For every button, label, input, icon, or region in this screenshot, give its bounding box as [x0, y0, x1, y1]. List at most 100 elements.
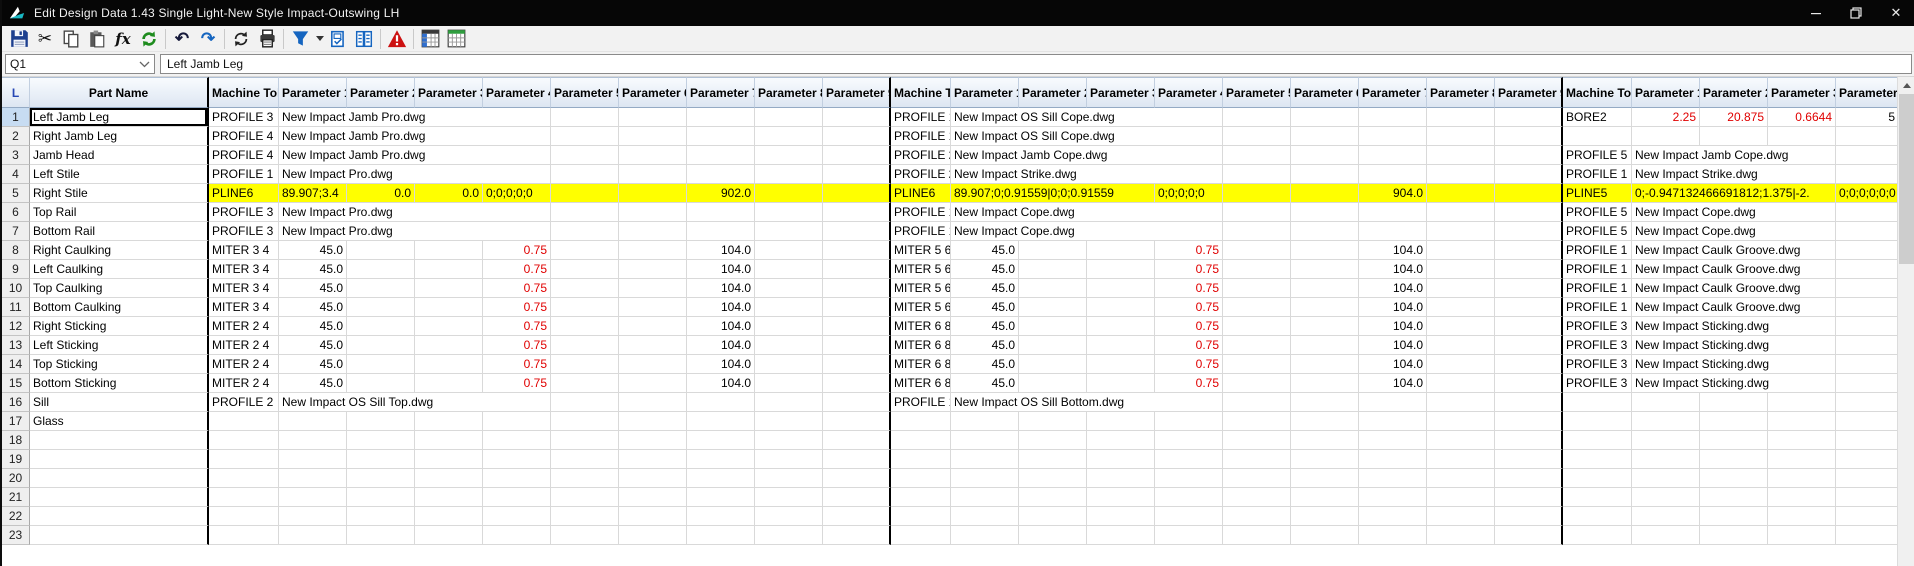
parameter-cell[interactable] — [1495, 393, 1563, 412]
cut-button[interactable]: ✂ — [32, 27, 58, 51]
parameter-cell[interactable] — [415, 241, 483, 260]
parameter-cell[interactable] — [279, 431, 347, 450]
part-name-cell[interactable]: Right Stile — [30, 184, 209, 203]
print-button[interactable] — [254, 27, 280, 51]
parameter-cell[interactable] — [1223, 260, 1291, 279]
parameter-cell[interactable]: 104.0 — [1359, 279, 1427, 298]
parameter-cell[interactable] — [1019, 298, 1087, 317]
parameter-cell[interactable]: 104.0 — [687, 317, 755, 336]
parameter-cell[interactable]: 0;0;0;0;0 — [1155, 184, 1223, 203]
parameter-cell[interactable] — [1291, 526, 1359, 545]
parameter-cell[interactable]: 104.0 — [1359, 241, 1427, 260]
parameter-cell[interactable] — [1632, 127, 1700, 146]
parameter-cell[interactable] — [1700, 488, 1768, 507]
row-number[interactable]: 11 — [2, 298, 30, 317]
parameter-cell[interactable] — [755, 374, 823, 393]
parameter-cell[interactable] — [1632, 526, 1700, 545]
machine-token-cell[interactable]: PROFILE 1 — [1563, 241, 1632, 260]
machine-token-cell[interactable]: PROFILE 2 — [209, 393, 279, 412]
machine-token-cell[interactable]: MITER 2 4 — [209, 374, 279, 393]
parameter-cell[interactable]: New Impact OS Sill Bottom.dwg — [951, 393, 1223, 412]
parameter-cell[interactable]: 0.75 — [483, 336, 551, 355]
parameter-cell[interactable]: 45.0 — [279, 279, 347, 298]
parameter-cell[interactable] — [1359, 146, 1427, 165]
parameter-cell[interactable]: New Impact Sticking.dwg — [1632, 317, 1836, 336]
parameter-cell[interactable] — [551, 203, 619, 222]
column-header[interactable]: Parameter 3 — [1087, 77, 1155, 108]
parameter-cell[interactable] — [1495, 469, 1563, 488]
parameter-cell[interactable] — [823, 488, 891, 507]
parameter-cell[interactable] — [1087, 355, 1155, 374]
parameter-cell[interactable] — [619, 203, 687, 222]
parameter-cell[interactable] — [823, 222, 891, 241]
parameter-cell[interactable] — [1155, 488, 1223, 507]
parameter-cell[interactable] — [1223, 317, 1291, 336]
parameter-cell[interactable] — [1291, 336, 1359, 355]
parameter-cell[interactable] — [1427, 488, 1495, 507]
machine-token-cell[interactable] — [209, 412, 279, 431]
parameter-cell[interactable] — [1632, 507, 1700, 526]
parameter-cell[interactable] — [1019, 526, 1087, 545]
parameter-cell[interactable] — [1155, 412, 1223, 431]
parameter-cell[interactable] — [619, 260, 687, 279]
parameter-cell[interactable] — [1359, 412, 1427, 431]
parameter-cell[interactable] — [347, 374, 415, 393]
parameter-cell[interactable] — [823, 260, 891, 279]
parameter-cell[interactable] — [483, 526, 551, 545]
parameter-cell[interactable]: 104.0 — [1359, 336, 1427, 355]
parameter-cell[interactable] — [687, 507, 755, 526]
parameter-cell[interactable] — [1155, 450, 1223, 469]
parameter-cell[interactable]: 45.0 — [951, 298, 1019, 317]
parameter-cell[interactable] — [1019, 469, 1087, 488]
row-number[interactable]: 19 — [2, 450, 30, 469]
parameter-cell[interactable] — [1019, 507, 1087, 526]
parameter-cell[interactable] — [347, 355, 415, 374]
parameter-cell[interactable]: 45.0 — [279, 317, 347, 336]
parameter-cell[interactable] — [823, 146, 891, 165]
parameter-cell[interactable]: 0.75 — [483, 374, 551, 393]
part-name-cell[interactable]: Left Sticking — [30, 336, 209, 355]
parameter-cell[interactable] — [1223, 469, 1291, 488]
part-name-cell[interactable]: Bottom Sticking — [30, 374, 209, 393]
parameter-cell[interactable] — [755, 469, 823, 488]
column-header[interactable]: Parameter 4 — [1836, 77, 1897, 108]
undo-button[interactable]: ↶ — [169, 27, 195, 51]
parameter-cell[interactable] — [415, 336, 483, 355]
parameter-cell[interactable] — [951, 412, 1019, 431]
part-name-cell[interactable]: Top Caulking — [30, 279, 209, 298]
refresh-button[interactable] — [136, 27, 162, 51]
row-number[interactable]: 8 — [2, 241, 30, 260]
parameter-cell[interactable] — [1427, 241, 1495, 260]
parameter-cell[interactable] — [1155, 431, 1223, 450]
filter-button[interactable] — [287, 27, 313, 51]
column-header[interactable]: Parameter 6 — [1291, 77, 1359, 108]
parameter-cell[interactable]: 0;0;0;0;0 — [483, 184, 551, 203]
parameter-cell[interactable]: 45.0 — [279, 336, 347, 355]
cell-reference-combobox[interactable]: Q1 — [5, 54, 155, 74]
parameter-cell[interactable] — [951, 431, 1019, 450]
parameter-cell[interactable]: 104.0 — [1359, 355, 1427, 374]
parameter-cell[interactable] — [551, 241, 619, 260]
parameter-cell[interactable] — [551, 146, 619, 165]
parameter-cell[interactable] — [551, 108, 619, 127]
machine-token-cell[interactable] — [1563, 469, 1632, 488]
parameter-cell[interactable] — [1223, 298, 1291, 317]
parameter-cell[interactable] — [619, 222, 687, 241]
parameter-cell[interactable] — [1291, 507, 1359, 526]
parameter-cell[interactable] — [1427, 203, 1495, 222]
parameter-cell[interactable] — [1291, 317, 1359, 336]
machine-token-cell[interactable]: PROFILE 1 — [891, 127, 951, 146]
machine-token-cell[interactable]: PROFILE 3 — [209, 108, 279, 127]
parameter-cell[interactable] — [1223, 336, 1291, 355]
parameter-cell[interactable] — [1291, 355, 1359, 374]
parameter-cell[interactable] — [1495, 279, 1563, 298]
machine-token-cell[interactable]: PLINE6 — [891, 184, 951, 203]
machine-token-cell[interactable]: PROFILE 1 — [891, 203, 951, 222]
parameter-cell[interactable]: 0.75 — [483, 279, 551, 298]
parameter-cell[interactable] — [1836, 260, 1897, 279]
parameter-cell[interactable] — [1291, 431, 1359, 450]
parameter-cell[interactable] — [1427, 374, 1495, 393]
row-number[interactable]: 16 — [2, 393, 30, 412]
machine-token-cell[interactable]: PROFILE 3 — [1563, 336, 1632, 355]
parameter-cell[interactable]: 0;-0.947132466691812;1.375|-2. — [1632, 184, 1836, 203]
